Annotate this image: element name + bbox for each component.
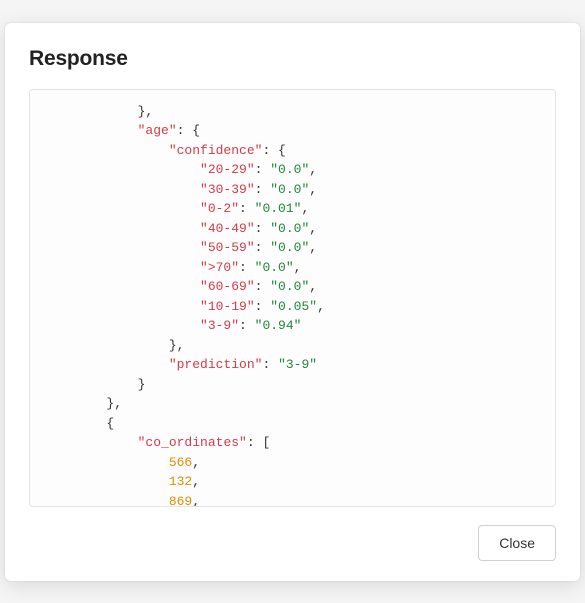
response-modal: Response }, "age": { "confidence": { "20… — [5, 23, 580, 581]
response-code-block: }, "age": { "confidence": { "20-29": "0.… — [29, 89, 556, 507]
modal-title: Response — [29, 47, 556, 71]
modal-footer: Close — [29, 525, 556, 561]
close-button[interactable]: Close — [478, 525, 556, 561]
